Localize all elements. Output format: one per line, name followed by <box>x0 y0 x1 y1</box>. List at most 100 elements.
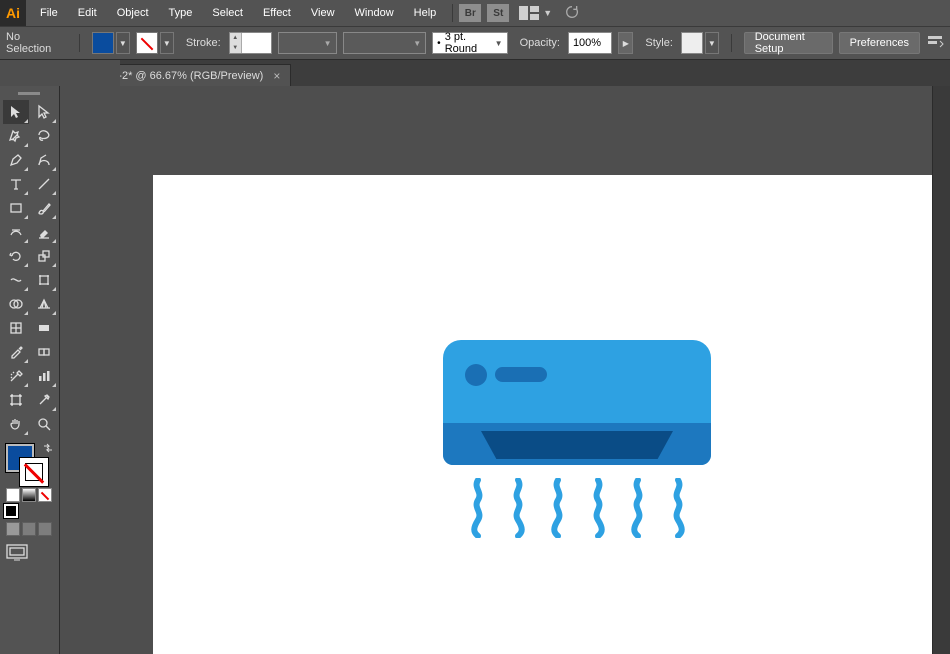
eraser-tool[interactable] <box>31 220 57 244</box>
tool-panel-grip[interactable] <box>4 88 54 98</box>
align-icon[interactable] <box>926 33 944 54</box>
menu-edit[interactable]: Edit <box>68 0 107 26</box>
wave-1 <box>471 478 485 538</box>
ac-vent <box>481 431 673 459</box>
width-tool[interactable] <box>3 268 29 292</box>
stroke-label: Stroke: <box>186 37 221 49</box>
wave-6 <box>671 478 685 538</box>
opacity-field[interactable]: 100% <box>568 32 612 54</box>
swap-fill-stroke-icon[interactable] <box>42 442 54 454</box>
default-bw[interactable] <box>4 504 18 518</box>
lasso-tool[interactable] <box>31 124 57 148</box>
stroke-color-square[interactable] <box>20 458 48 486</box>
graphic-style-control[interactable]: ▼ <box>681 32 719 54</box>
paintbrush-tool[interactable] <box>31 196 57 220</box>
slice-tool[interactable] <box>31 388 57 412</box>
eyedropper-tool[interactable] <box>3 340 29 364</box>
control-bar: No Selection ▼ ▼ Stroke: ▲▼ ▼ ▼ • 3 pt. … <box>0 26 950 60</box>
draw-normal[interactable] <box>6 522 20 536</box>
opacity-label: Opacity: <box>520 37 560 49</box>
preferences-button[interactable]: Preferences <box>839 32 920 54</box>
menu-object[interactable]: Object <box>107 0 159 26</box>
artboard-tool[interactable] <box>3 388 29 412</box>
stroke-swatch[interactable] <box>136 32 158 54</box>
default-colors-row <box>4 504 51 518</box>
stroke-weight-field[interactable]: ▲▼ <box>229 32 272 54</box>
air-conditioner-illustration <box>443 340 711 465</box>
style-swatch[interactable] <box>681 32 703 54</box>
menu-type[interactable]: Type <box>159 0 203 26</box>
gradient-tool[interactable] <box>31 316 57 340</box>
bridge-icon[interactable]: Br <box>459 4 481 22</box>
menu-file[interactable]: File <box>30 0 68 26</box>
artboard[interactable] <box>153 175 950 654</box>
right-panel-dock[interactable] <box>932 86 950 654</box>
menu-select[interactable]: Select <box>202 0 253 26</box>
app-logo: Ai <box>0 0 26 26</box>
rectangle-tool[interactable] <box>3 196 29 220</box>
line-segment-tool[interactable] <box>31 172 57 196</box>
style-dropdown[interactable]: ▼ <box>705 32 719 54</box>
stroke-profile-field[interactable]: • 3 pt. Round ▼ <box>432 32 507 54</box>
scale-tool[interactable] <box>31 244 57 268</box>
fill-control[interactable]: ▼ <box>92 32 130 54</box>
fill-stroke-control[interactable] <box>6 444 50 484</box>
canvas-area[interactable] <box>60 86 950 654</box>
direct-selection-tool[interactable] <box>31 100 57 124</box>
blend-tool[interactable] <box>31 340 57 364</box>
fill-dropdown[interactable]: ▼ <box>116 32 130 54</box>
sync-settings-icon[interactable] <box>564 4 580 23</box>
document-setup-button[interactable]: Document Setup <box>744 32 833 54</box>
zoom-tool[interactable] <box>31 412 57 436</box>
pen-tool[interactable] <box>3 148 29 172</box>
close-tab-icon[interactable]: × <box>273 69 280 83</box>
opacity-chevron[interactable]: ▶ <box>618 32 633 54</box>
menu-help[interactable]: Help <box>404 0 447 26</box>
menu-view[interactable]: View <box>301 0 345 26</box>
tool-panel <box>0 86 60 654</box>
wave-2 <box>511 478 525 538</box>
wave-4 <box>591 478 605 538</box>
menu-effect[interactable]: Effect <box>253 0 301 26</box>
stock-icon[interactable]: St <box>487 4 509 22</box>
stroke-control[interactable]: ▼ <box>136 32 174 54</box>
color-mode-row <box>6 488 53 502</box>
menu-bar: Ai File Edit Object Type Select Effect V… <box>0 0 950 26</box>
selection-status: No Selection <box>6 31 67 55</box>
color-mode-solid[interactable] <box>6 488 20 502</box>
menu-window[interactable]: Window <box>345 0 404 26</box>
free-transform-tool[interactable] <box>31 268 57 292</box>
hand-tool[interactable] <box>3 412 29 436</box>
menu-separator <box>452 4 453 22</box>
control-separator-2 <box>731 34 732 52</box>
airflow-waves <box>471 478 685 538</box>
control-separator <box>79 34 80 52</box>
column-graph-tool[interactable] <box>31 364 57 388</box>
ac-body <box>443 340 711 465</box>
perspective-grid-tool[interactable] <box>31 292 57 316</box>
shaper-tool[interactable] <box>3 220 29 244</box>
stroke-dropdown[interactable]: ▼ <box>160 32 174 54</box>
wave-3 <box>551 478 565 538</box>
document-tab-bar: Untitled-2* @ 66.67% (RGB/Preview) × <box>0 60 950 86</box>
variable-width-profile[interactable]: ▼ <box>278 32 337 54</box>
fill-swatch[interactable] <box>92 32 114 54</box>
rotate-tool[interactable] <box>3 244 29 268</box>
color-mode-none[interactable] <box>38 488 52 502</box>
selection-tool[interactable] <box>3 100 29 124</box>
ac-indicator-bar <box>495 367 547 382</box>
brush-definition[interactable]: ▼ <box>343 32 427 54</box>
ac-indicator-dot <box>465 364 487 386</box>
color-mode-gradient[interactable] <box>22 488 36 502</box>
draw-inside[interactable] <box>38 522 52 536</box>
arrange-documents-icon[interactable]: ▼ <box>519 6 552 20</box>
mesh-tool[interactable] <box>3 316 29 340</box>
type-tool[interactable] <box>3 172 29 196</box>
screen-mode-icon[interactable] <box>6 544 53 565</box>
symbol-sprayer-tool[interactable] <box>3 364 29 388</box>
shape-builder-tool[interactable] <box>3 292 29 316</box>
magic-wand-tool[interactable] <box>3 124 29 148</box>
draw-mode-row <box>6 522 53 536</box>
draw-behind[interactable] <box>22 522 36 536</box>
curvature-tool[interactable] <box>31 148 57 172</box>
